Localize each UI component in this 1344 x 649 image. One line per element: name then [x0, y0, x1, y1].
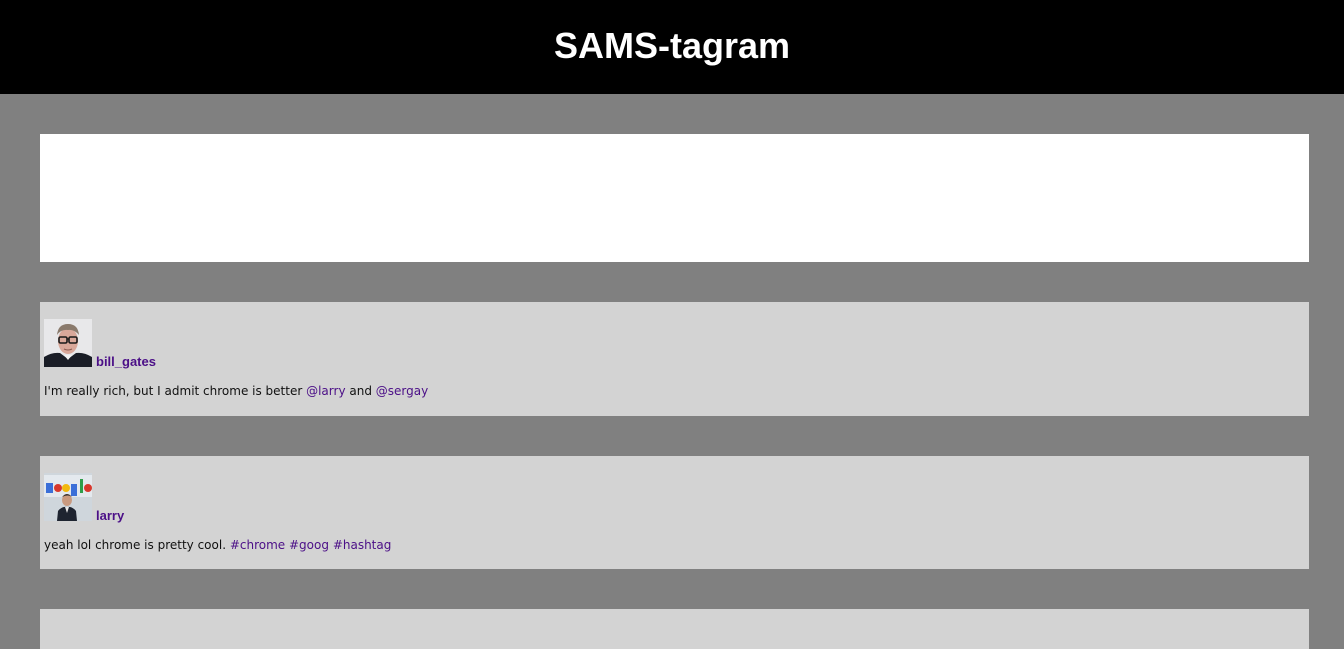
feed-post: [40, 609, 1309, 649]
mention-link[interactable]: @larry: [306, 384, 345, 398]
feed-post: bill_gates I'm really rich, but I admit …: [40, 302, 1309, 416]
post-text-segment: and: [345, 384, 376, 398]
post-text-segment: yeah lol chrome is pretty cool.: [44, 538, 230, 552]
post-text-segment: I'm really rich, but I admit chrome is b…: [44, 384, 307, 398]
post-text: yeah lol chrome is pretty cool. #chrome …: [44, 537, 391, 553]
post-username[interactable]: bill_gates: [96, 354, 156, 370]
post-text: I'm really rich, but I admit chrome is b…: [44, 383, 428, 399]
app-title: SAMS-tagram: [553, 25, 791, 66]
hashtag-link[interactable]: #hashtag: [333, 538, 392, 552]
post-composer[interactable]: [40, 134, 1309, 262]
hashtag-link[interactable]: #goog: [289, 538, 329, 552]
mention-link[interactable]: @sergay: [376, 384, 428, 398]
larry-avatar-icon: [44, 473, 92, 521]
app-header: SAMS-tagram: [0, 0, 1344, 94]
avatar[interactable]: [44, 473, 92, 521]
feed-post: larry yeah lol chrome is pretty cool. #c…: [40, 456, 1309, 569]
bill-gates-avatar-icon: [44, 319, 92, 367]
avatar[interactable]: [44, 319, 92, 367]
post-username[interactable]: larry: [96, 508, 124, 524]
hashtag-link[interactable]: #chrome: [230, 538, 285, 552]
